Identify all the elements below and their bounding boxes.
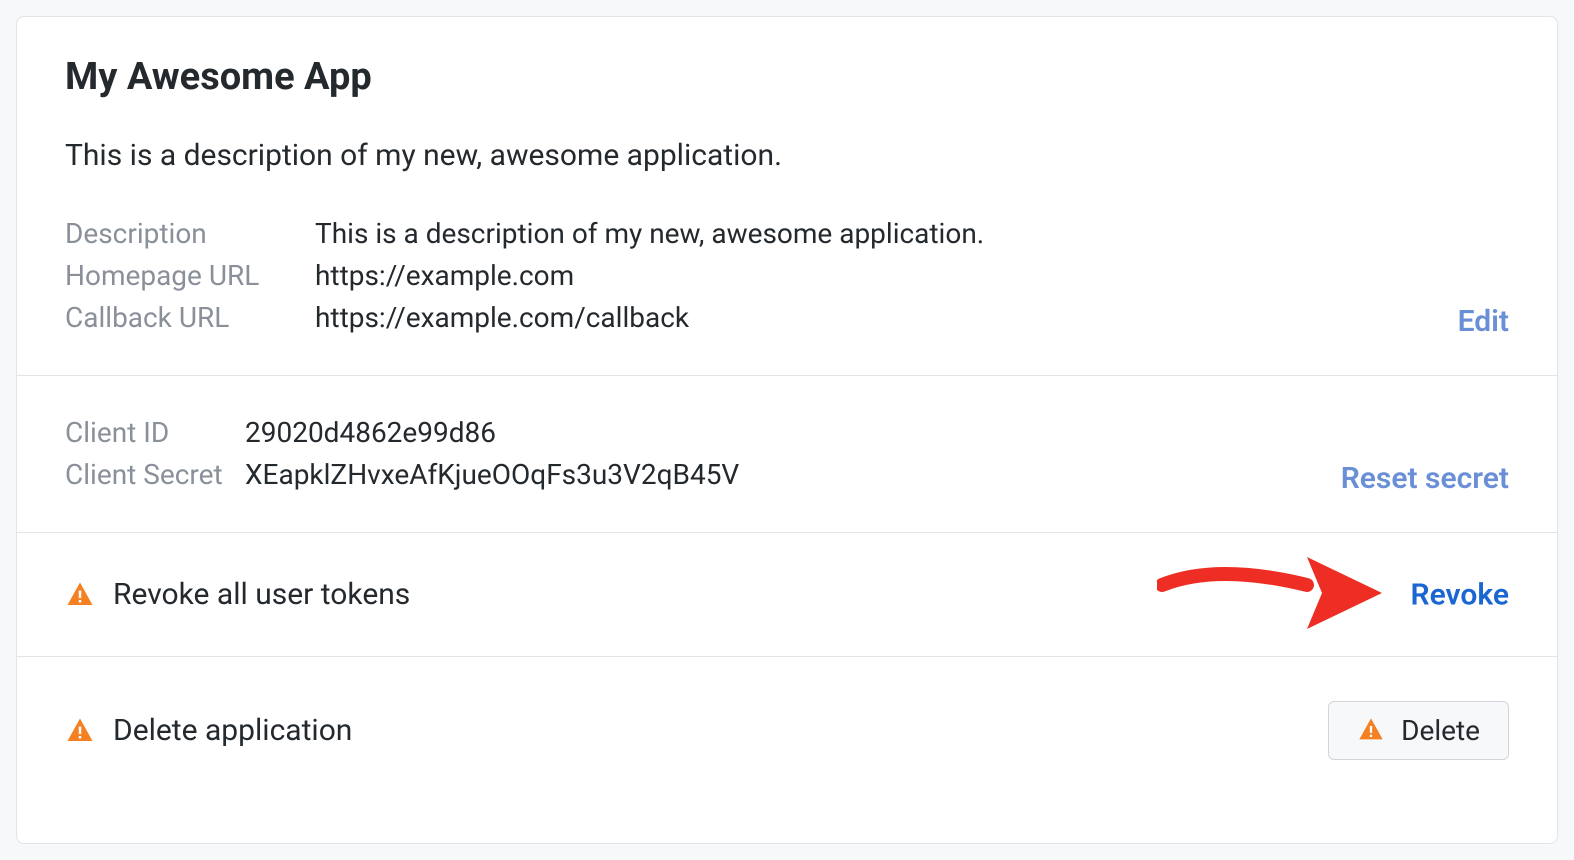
revoke-tokens-section: Revoke all user tokens Revoke [17,533,1557,657]
annotation-arrow-icon [1157,545,1387,645]
detail-row-homepage: Homepage URL https://example.com [65,255,1509,297]
warning-triangle-icon [65,580,95,610]
client-secret-label: Client Secret [65,454,245,496]
homepage-url-label: Homepage URL [65,255,315,297]
delete-application-label: Delete application [113,713,352,748]
callback-url-label: Callback URL [65,297,315,339]
client-id-value: 29020d4862e99d86 [245,412,1509,454]
app-details-section: My Awesome App This is a description of … [17,17,1557,376]
app-settings-card: My Awesome App This is a description of … [16,16,1558,844]
homepage-url-value: https://example.com [315,255,1509,297]
warning-triangle-icon [65,716,95,746]
client-id-label: Client ID [65,412,245,454]
app-title: My Awesome App [65,55,1509,99]
reset-secret-link[interactable]: Reset secret [1341,461,1509,496]
delete-button-label: Delete [1401,714,1480,747]
app-description: This is a description of my new, awesome… [65,135,1509,177]
delete-application-section: Delete application Delete [17,657,1557,804]
credentials-section: Client ID 29020d4862e99d86 Client Secret… [17,376,1557,533]
warning-triangle-icon [1357,716,1387,746]
description-label: Description [65,213,315,255]
delete-button[interactable]: Delete [1328,701,1509,760]
callback-url-value: https://example.com/callback [315,297,1509,339]
revoke-tokens-label: Revoke all user tokens [113,577,410,612]
detail-row-description: Description This is a description of my … [65,213,1509,255]
description-value: This is a description of my new, awesome… [315,213,1509,255]
credential-row-client-id: Client ID 29020d4862e99d86 [65,412,1509,454]
credential-row-client-secret: Client Secret XEapklZHvxeAfKjueOOqFs3u3V… [65,454,1509,496]
revoke-tokens-row: Revoke all user tokens [65,577,410,612]
delete-application-row: Delete application [65,713,352,748]
edit-link[interactable]: Edit [1458,304,1509,339]
client-secret-value: XEapklZHvxeAfKjueOOqFs3u3V2qB45V [245,454,1509,496]
detail-row-callback: Callback URL https://example.com/callbac… [65,297,1509,339]
revoke-link[interactable]: Revoke [1411,577,1509,612]
